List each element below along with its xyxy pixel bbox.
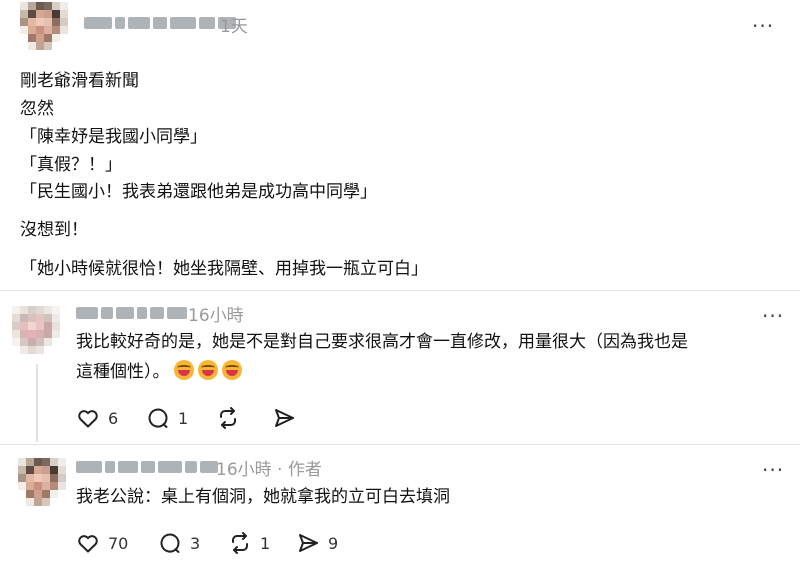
comment-icon bbox=[148, 408, 168, 428]
reply-text-line-2: 這種個性）。 bbox=[76, 357, 688, 387]
comment-button[interactable]: 3 bbox=[158, 531, 200, 555]
reply-text: 我比較好奇的是，她是不是對自己要求很高才會一直修改，用量很大（因為我也是 這種個… bbox=[76, 327, 688, 387]
reply-text-line: 我比較好奇的是，她是不是對自己要求很高才會一直修改，用量很大（因為我也是 bbox=[76, 332, 688, 352]
laughing-emoji-icon bbox=[197, 360, 218, 380]
reply-text-line-content: 這種個性）。 bbox=[76, 362, 170, 382]
comment-count: 1 bbox=[178, 408, 189, 428]
post-more-options-icon[interactable]: ··· bbox=[752, 16, 774, 36]
laughing-emoji-icon bbox=[221, 360, 242, 380]
reply-author-avatar[interactable] bbox=[12, 306, 60, 354]
like-button[interactable]: 70 bbox=[76, 531, 128, 555]
reply-author-name[interactable] bbox=[76, 304, 187, 322]
share-count: 9 bbox=[328, 533, 339, 553]
heart-icon bbox=[78, 535, 98, 553]
reply-text: 我老公說：桌上有個洞，她就拿我的立可白去填洞 bbox=[76, 487, 450, 507]
share-icon bbox=[299, 534, 318, 552]
post-line: 「民生國小！我表弟還跟他弟是成功高中同學」 bbox=[20, 182, 377, 202]
share-button[interactable] bbox=[272, 406, 304, 430]
post-line: 沒想到！ bbox=[20, 220, 88, 240]
post-author-avatar[interactable] bbox=[20, 2, 68, 50]
like-count: 6 bbox=[108, 408, 119, 428]
reply-author-avatar[interactable] bbox=[18, 458, 66, 506]
repost-button[interactable]: 1 bbox=[228, 531, 270, 555]
share-button[interactable]: 9 bbox=[296, 531, 338, 555]
heart-icon bbox=[78, 410, 98, 428]
reply-thread-line bbox=[36, 364, 38, 442]
post-line: 剛老爺滑看新聞 bbox=[20, 71, 139, 91]
post-line: 忽然 bbox=[20, 99, 54, 119]
post-line: 「真假？！」 bbox=[20, 155, 122, 175]
post-author-name[interactable] bbox=[84, 14, 236, 32]
reply-timestamp: 16小時 · 作者 bbox=[216, 460, 322, 480]
repost-count: 1 bbox=[260, 533, 271, 553]
comment-button[interactable]: 1 bbox=[146, 406, 188, 430]
repost-icon bbox=[232, 532, 248, 554]
share-icon bbox=[275, 409, 294, 427]
post-timestamp: 1天 bbox=[220, 17, 248, 37]
reply-divider bbox=[0, 444, 800, 445]
repost-button[interactable] bbox=[216, 406, 248, 430]
reply-more-options-icon[interactable]: ··· bbox=[762, 460, 784, 480]
comment-count: 3 bbox=[190, 533, 201, 553]
laughing-emoji-icon bbox=[173, 360, 194, 380]
like-button[interactable]: 6 bbox=[76, 406, 118, 430]
post-divider bbox=[0, 290, 800, 291]
post-line: 「她小時候就很恰！她坐我隔壁、用掉我一瓶立可白」 bbox=[20, 259, 428, 279]
post-line: 「陳幸妤是我國小同學」 bbox=[20, 127, 207, 147]
reply-more-options-icon[interactable]: ··· bbox=[762, 306, 784, 326]
repost-icon bbox=[220, 407, 236, 429]
comment-icon bbox=[160, 533, 180, 553]
like-count: 70 bbox=[108, 533, 129, 553]
reply-author-name[interactable] bbox=[76, 458, 218, 476]
reply-timestamp: 16小時 bbox=[188, 306, 244, 326]
